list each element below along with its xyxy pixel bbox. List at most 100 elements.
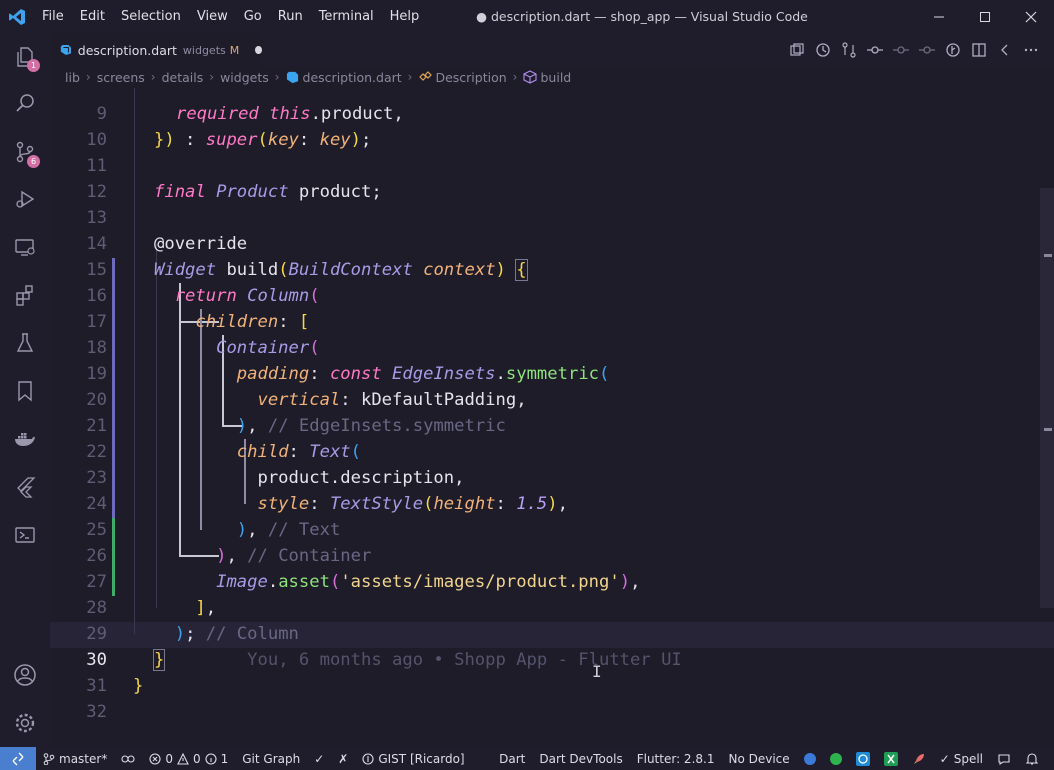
testing-button[interactable] <box>0 319 50 367</box>
flutter-version[interactable]: Flutter: 2.8.1 <box>630 747 722 770</box>
feedback-button[interactable] <box>990 747 1018 770</box>
tab-name: description.dart <box>77 42 177 58</box>
menu-edit[interactable]: Edit <box>72 0 113 33</box>
search-button[interactable] <box>0 79 50 127</box>
breadcrumb-lib[interactable]: lib <box>65 70 80 85</box>
live-share-button[interactable] <box>849 747 877 770</box>
circle-icon <box>803 752 816 765</box>
excel-button[interactable] <box>877 747 905 770</box>
menu-go[interactable]: Go <box>236 0 270 33</box>
chevron-right-icon: › <box>274 70 280 84</box>
breadcrumb-method[interactable]: build <box>540 70 571 85</box>
chevron-left-button[interactable] <box>996 41 1014 59</box>
terminal-icon <box>15 527 35 543</box>
sync-button[interactable] <box>114 747 142 770</box>
gist-label: GIST [Ricardo] <box>378 751 465 766</box>
code-line: 9 required this.product, <box>96 104 404 124</box>
extensions-button[interactable] <box>0 271 50 319</box>
remote-indicator[interactable] <box>0 747 36 770</box>
branch-indicator[interactable]: master* <box>36 747 114 770</box>
tab-description-dart[interactable]: description.dart widgets M <box>50 33 262 66</box>
close-button[interactable] <box>1008 0 1054 33</box>
unsaved-dot-icon[interactable] <box>255 46 262 54</box>
settings-button[interactable] <box>0 699 50 747</box>
code-line: 31} <box>86 676 144 696</box>
git-commit-button[interactable] <box>866 41 884 59</box>
check-button[interactable]: ✓ <box>307 747 331 770</box>
accounts-button[interactable] <box>0 651 50 699</box>
code-line: 12 final Product product; <box>86 182 382 202</box>
next-revision-button[interactable] <box>918 41 936 59</box>
breadcrumb-class[interactable]: Description <box>435 70 506 85</box>
run-debug-button[interactable] <box>0 175 50 223</box>
info-count: 1 <box>220 751 229 766</box>
code-line: 20 vertical: kDefaultPadding, <box>86 390 527 410</box>
code-editor[interactable]: 9 required this.product, 10}) : super(key… <box>50 88 1054 747</box>
powershell-button[interactable] <box>0 511 50 559</box>
breadcrumb: lib › screens › details › widgets › desc… <box>50 66 1054 88</box>
rocket-button[interactable] <box>905 747 933 770</box>
rocket-icon <box>913 753 924 764</box>
chevron-right-icon: › <box>209 70 215 84</box>
search-icon <box>16 94 34 112</box>
device-selector[interactable]: No Device <box>721 747 796 770</box>
code-line: 15 Widget build(BuildContext context) { <box>86 259 528 281</box>
breadcrumb-screens[interactable]: screens <box>97 70 145 85</box>
problems-indicator[interactable]: 0 0 1 <box>142 747 235 770</box>
dart-devtools-button[interactable]: Dart DevTools <box>532 747 629 770</box>
code-line: 28 ], <box>86 598 217 618</box>
dart-file-icon <box>286 71 298 83</box>
menu-file[interactable]: File <box>34 0 72 33</box>
remote-icon <box>12 752 24 765</box>
source-control-button[interactable]: 6 <box>0 128 50 176</box>
language-mode[interactable]: Dart <box>492 747 532 770</box>
history-icon <box>816 42 830 57</box>
open-changes-button[interactable] <box>788 41 806 59</box>
remote-explorer-button[interactable] <box>0 223 50 271</box>
menu-terminal[interactable]: Terminal <box>311 0 382 33</box>
x-icon: ✗ <box>338 751 349 766</box>
bookmarks-button[interactable] <box>0 367 50 415</box>
breadcrumb-file[interactable]: description.dart <box>303 70 402 85</box>
cross-button[interactable]: ✗ <box>331 747 355 770</box>
menu-view[interactable]: View <box>189 0 236 33</box>
split-editor-button[interactable] <box>970 41 988 59</box>
notifications-button[interactable] <box>1018 747 1046 770</box>
menu-selection[interactable]: Selection <box>113 0 189 33</box>
docker-button[interactable] <box>0 415 50 463</box>
class-icon <box>419 71 433 81</box>
info-icon <box>205 752 217 765</box>
git-graph-button[interactable]: Git Graph <box>235 747 307 770</box>
breadcrumb-widgets[interactable]: widgets <box>220 70 269 85</box>
minimize-button[interactable] <box>916 0 962 33</box>
blue-status-button[interactable] <box>797 747 823 770</box>
previous-revision-button[interactable] <box>892 41 910 59</box>
commit-next-icon <box>919 45 935 54</box>
menu-help[interactable]: Help <box>382 0 428 33</box>
tab-modified-marker: M <box>229 43 240 57</box>
timeline-button[interactable] <box>814 41 832 59</box>
flutter-button[interactable] <box>0 463 50 511</box>
spell-check-button[interactable]: ✓ Spell <box>933 747 990 770</box>
vertical-scrollbar[interactable] <box>1040 188 1054 608</box>
gitlens-icon <box>946 42 960 57</box>
explorer-button[interactable]: 1 <box>0 33 50 81</box>
code-line: 13 <box>86 208 107 228</box>
gitlens-button[interactable] <box>944 41 962 59</box>
more-actions-button[interactable] <box>1022 41 1040 59</box>
git-compare-icon <box>842 41 856 58</box>
dart-file-icon <box>60 44 71 56</box>
code-line: 27 Image.asset('assets/images/product.pn… <box>86 572 641 592</box>
status-bar: master* 0 0 1 Git Graph ✓ ✗ GIST [Ricard… <box>0 747 1054 770</box>
bookmark-icon <box>18 381 32 402</box>
branch-name: master* <box>59 751 108 766</box>
menu-run[interactable]: Run <box>270 0 311 33</box>
breadcrumb-details[interactable]: details <box>162 70 204 85</box>
green-status-button[interactable] <box>823 747 849 770</box>
gist-button[interactable]: GIST [Ricardo] <box>355 747 471 770</box>
git-compare-button[interactable] <box>840 41 858 59</box>
close-icon <box>1025 11 1037 22</box>
maximize-button[interactable] <box>962 0 1008 33</box>
code-line: 21 ), // EdgeInsets.symmetric <box>86 416 506 436</box>
code-line: 11 <box>86 156 107 176</box>
